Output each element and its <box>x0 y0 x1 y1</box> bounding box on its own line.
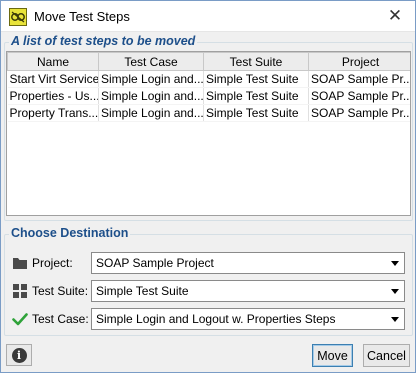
table-header-row: Name Test Case Test Suite Project <box>7 52 410 71</box>
column-header-project[interactable]: Project <box>308 52 410 71</box>
column-header-test-case[interactable]: Test Case <box>98 52 204 71</box>
cell-test-case: Simple Login and... <box>98 87 204 105</box>
destination-group-title: Choose Destination <box>9 226 131 240</box>
grid-icon <box>13 284 27 298</box>
test-case-label: Test Case: <box>32 312 89 326</box>
chevron-down-icon <box>391 317 399 322</box>
project-select-value: SOAP Sample Project <box>96 256 214 270</box>
cell-project: SOAP Sample Pr... <box>308 70 410 88</box>
cancel-button[interactable]: Cancel <box>363 344 410 367</box>
test-case-select[interactable]: Simple Login and Logout w. Properties St… <box>91 308 405 330</box>
folder-icon <box>13 258 27 269</box>
steps-group-title: A list of test steps to be moved <box>9 34 198 48</box>
steps-table: Name Test Case Test Suite Project Start … <box>6 51 411 216</box>
dialog-window: Move Test Steps ✕ A list of test steps t… <box>0 0 416 373</box>
table-row[interactable]: Property Trans... Simple Login and... Si… <box>7 104 410 122</box>
cell-test-case: Simple Login and... <box>98 104 204 122</box>
column-header-name[interactable]: Name <box>7 52 99 71</box>
cell-name: Property Trans... <box>7 104 99 122</box>
test-suite-label: Test Suite: <box>32 284 89 298</box>
table-row[interactable]: Start Virt Service Simple Login and... S… <box>7 70 410 88</box>
table-row[interactable]: Properties - Us... Simple Login and... S… <box>7 87 410 105</box>
test-case-select-value: Simple Login and Logout w. Properties St… <box>96 312 336 326</box>
chevron-down-icon <box>391 261 399 266</box>
project-row: Project: SOAP Sample Project <box>11 252 411 274</box>
move-button[interactable]: Move <box>312 344 353 367</box>
checkmark-icon <box>12 313 28 326</box>
window-title: Move Test Steps <box>34 9 130 24</box>
cell-project: SOAP Sample Pr... <box>308 87 410 105</box>
cell-test-suite: Simple Test Suite <box>203 70 309 88</box>
cell-test-suite: Simple Test Suite <box>203 104 309 122</box>
column-header-test-suite[interactable]: Test Suite <box>203 52 309 71</box>
info-button[interactable]: i <box>6 344 32 366</box>
chevron-down-icon <box>391 289 399 294</box>
app-logo-icon <box>9 8 27 26</box>
close-icon: ✕ <box>387 6 403 25</box>
project-select[interactable]: SOAP Sample Project <box>91 252 405 274</box>
test-suite-row: Test Suite: Simple Test Suite <box>11 280 411 302</box>
test-suite-select-value: Simple Test Suite <box>96 284 189 298</box>
close-button[interactable]: ✕ <box>381 3 409 29</box>
project-label: Project: <box>32 256 73 270</box>
info-icon: i <box>11 347 27 363</box>
cell-project: SOAP Sample Pr... <box>308 104 410 122</box>
test-case-row: Test Case: Simple Login and Logout w. Pr… <box>11 308 411 330</box>
cell-test-suite: Simple Test Suite <box>203 87 309 105</box>
title-bar: Move Test Steps ✕ <box>1 1 415 32</box>
cell-name: Properties - Us... <box>7 87 99 105</box>
cell-test-case: Simple Login and... <box>98 70 204 88</box>
cell-name: Start Virt Service <box>7 70 99 88</box>
test-suite-select[interactable]: Simple Test Suite <box>91 280 405 302</box>
